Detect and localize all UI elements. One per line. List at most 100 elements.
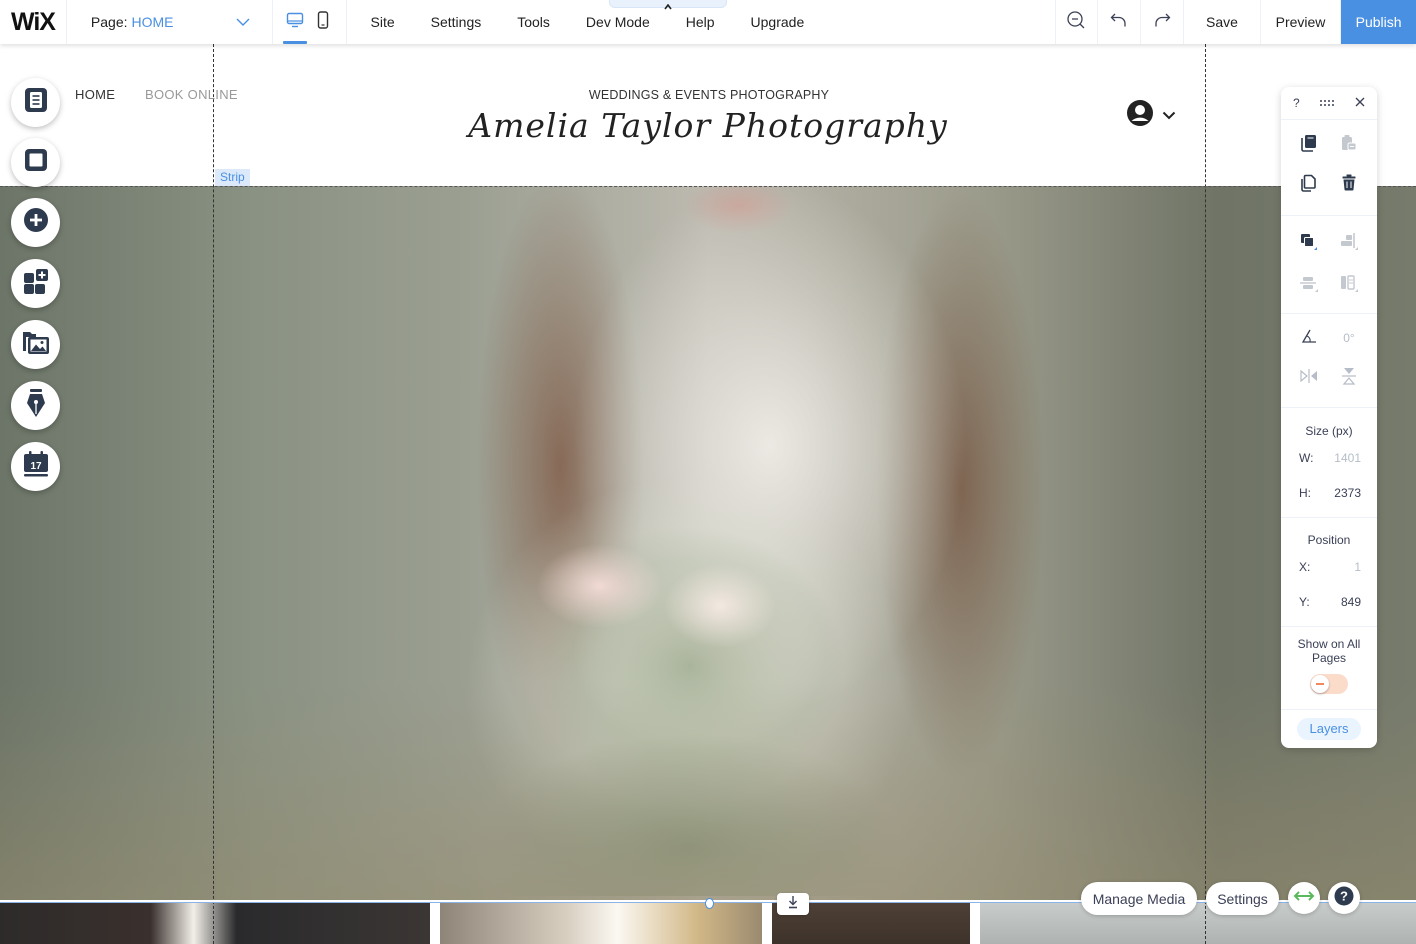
blog-icon <box>26 388 46 423</box>
gallery-image[interactable] <box>440 903 762 944</box>
align-button[interactable] <box>1337 232 1361 256</box>
menu-site[interactable]: Site <box>371 14 395 30</box>
arrange-button[interactable] <box>1297 232 1321 256</box>
background-icon <box>24 148 48 177</box>
device-switcher <box>273 0 347 44</box>
add-icon <box>23 207 49 238</box>
paste-button[interactable] <box>1337 133 1361 157</box>
panel-row-duplicate <box>1281 173 1377 197</box>
undo-icon <box>1110 11 1128 34</box>
member-login[interactable] <box>1126 99 1176 132</box>
flip-horizontal-button[interactable] <box>1297 366 1321 390</box>
width-label: W: <box>1299 451 1314 465</box>
media-icon <box>22 329 50 360</box>
mobile-view-button[interactable] <box>309 0 337 44</box>
close-icon[interactable] <box>1355 96 1365 110</box>
duplicate-icon <box>1301 174 1317 197</box>
drag-handle-icon[interactable] <box>1319 96 1335 110</box>
page-selector-value: HOME <box>131 14 174 30</box>
toggle-knob <box>1311 675 1329 693</box>
position-title: Position <box>1307 533 1351 547</box>
angle-icon <box>1301 329 1317 348</box>
layers-button[interactable]: Layers <box>1297 718 1361 740</box>
match-size-button[interactable] <box>1337 274 1361 298</box>
duplicate-button[interactable] <box>1297 173 1321 197</box>
menu-dev-mode[interactable]: Dev Mode <box>586 14 650 30</box>
download-arrow-icon <box>787 895 799 914</box>
media-button[interactable] <box>11 320 60 369</box>
add-apps-button[interactable] <box>11 259 60 308</box>
manage-media-button[interactable]: Manage Media <box>1081 882 1197 915</box>
wix-logo[interactable]: WiX <box>0 0 67 44</box>
flip-horizontal-icon <box>1300 368 1318 388</box>
redo-button[interactable] <box>1141 0 1185 44</box>
flip-vertical-button[interactable] <box>1337 366 1361 390</box>
gridline-left <box>213 44 214 944</box>
chevron-up-icon <box>663 0 672 15</box>
panel-divider <box>1281 407 1377 408</box>
distribute-icon <box>1300 275 1318 298</box>
zoom-out-icon <box>1066 10 1086 35</box>
rotate-button[interactable] <box>1297 326 1321 350</box>
user-avatar-icon <box>1126 99 1154 132</box>
add-apps-icon <box>23 268 49 299</box>
trash-icon <box>1342 174 1356 196</box>
gridline-right <box>1205 44 1206 944</box>
y-field[interactable]: Y: 849 <box>1299 595 1361 609</box>
x-field[interactable]: X: 1 <box>1299 560 1361 574</box>
page-selector-label: Page: <box>90 14 128 30</box>
panel-row-arrange <box>1281 232 1377 256</box>
width-field[interactable]: W: 1401 <box>1299 451 1361 465</box>
undo-button[interactable] <box>1098 0 1142 44</box>
height-label: H: <box>1299 486 1311 500</box>
rotation-value[interactable]: 0° <box>1337 326 1361 350</box>
background-button[interactable] <box>11 138 60 187</box>
desktop-view-button[interactable] <box>281 0 309 44</box>
menu-upgrade[interactable]: Upgrade <box>751 14 805 30</box>
strip-top-border <box>0 186 1416 187</box>
panel-divider <box>1281 313 1377 314</box>
stretch-button[interactable] <box>1288 882 1320 914</box>
x-value: 1 <box>1354 560 1361 574</box>
quick-anchor-button[interactable] <box>777 893 809 915</box>
panel-row-distribute <box>1281 274 1377 298</box>
strip-resize-handle[interactable] <box>705 898 714 909</box>
save-button[interactable]: Save <box>1184 0 1261 44</box>
panel-row-copy <box>1281 133 1377 157</box>
top-bar: WiX Page: HOME Site Settings Tools Dev M… <box>0 0 1416 44</box>
publish-button[interactable]: Publish <box>1341 0 1416 44</box>
preview-button[interactable]: Preview <box>1261 0 1342 44</box>
copy-button[interactable] <box>1297 133 1321 157</box>
y-label: Y: <box>1299 595 1310 609</box>
bookings-icon: 17 <box>23 450 49 483</box>
show-on-all-pages-toggle[interactable] <box>1310 674 1348 694</box>
svg-text:?: ? <box>1340 888 1348 903</box>
help-icon: ? <box>1334 886 1354 911</box>
arrange-icon <box>1300 233 1318 256</box>
wix-editor: WiX Page: HOME Site Settings Tools Dev M… <box>0 0 1416 944</box>
help-button[interactable]: ? <box>1328 882 1360 914</box>
collapse-topbar-tab[interactable] <box>608 0 727 10</box>
zoom-out-button[interactable] <box>1056 0 1099 44</box>
pages-button[interactable] <box>11 78 60 127</box>
distribute-button[interactable] <box>1297 274 1321 298</box>
desktop-icon <box>286 12 304 33</box>
strip-settings-button[interactable]: Settings <box>1206 882 1279 915</box>
panel-divider <box>1281 215 1377 216</box>
page-selector[interactable]: Page: HOME <box>67 0 274 44</box>
menu-tools[interactable]: Tools <box>517 14 550 30</box>
blog-button[interactable] <box>11 381 60 430</box>
add-elements-button[interactable] <box>11 198 60 247</box>
delete-button[interactable] <box>1337 173 1361 197</box>
flip-vertical-icon <box>1342 367 1356 390</box>
height-field[interactable]: H: 2373 <box>1299 486 1361 500</box>
panel-header: ? <box>1281 87 1377 120</box>
menu-help[interactable]: Help <box>686 14 715 30</box>
bookings-button[interactable]: 17 <box>11 442 60 491</box>
width-value: 1401 <box>1334 451 1361 465</box>
paste-icon <box>1341 134 1357 157</box>
menu-settings[interactable]: Settings <box>431 14 482 30</box>
gallery-image[interactable] <box>0 903 430 944</box>
show-on-all-pages-label: Show on All Pages <box>1297 637 1361 665</box>
panel-help-button[interactable]: ? <box>1293 96 1300 110</box>
